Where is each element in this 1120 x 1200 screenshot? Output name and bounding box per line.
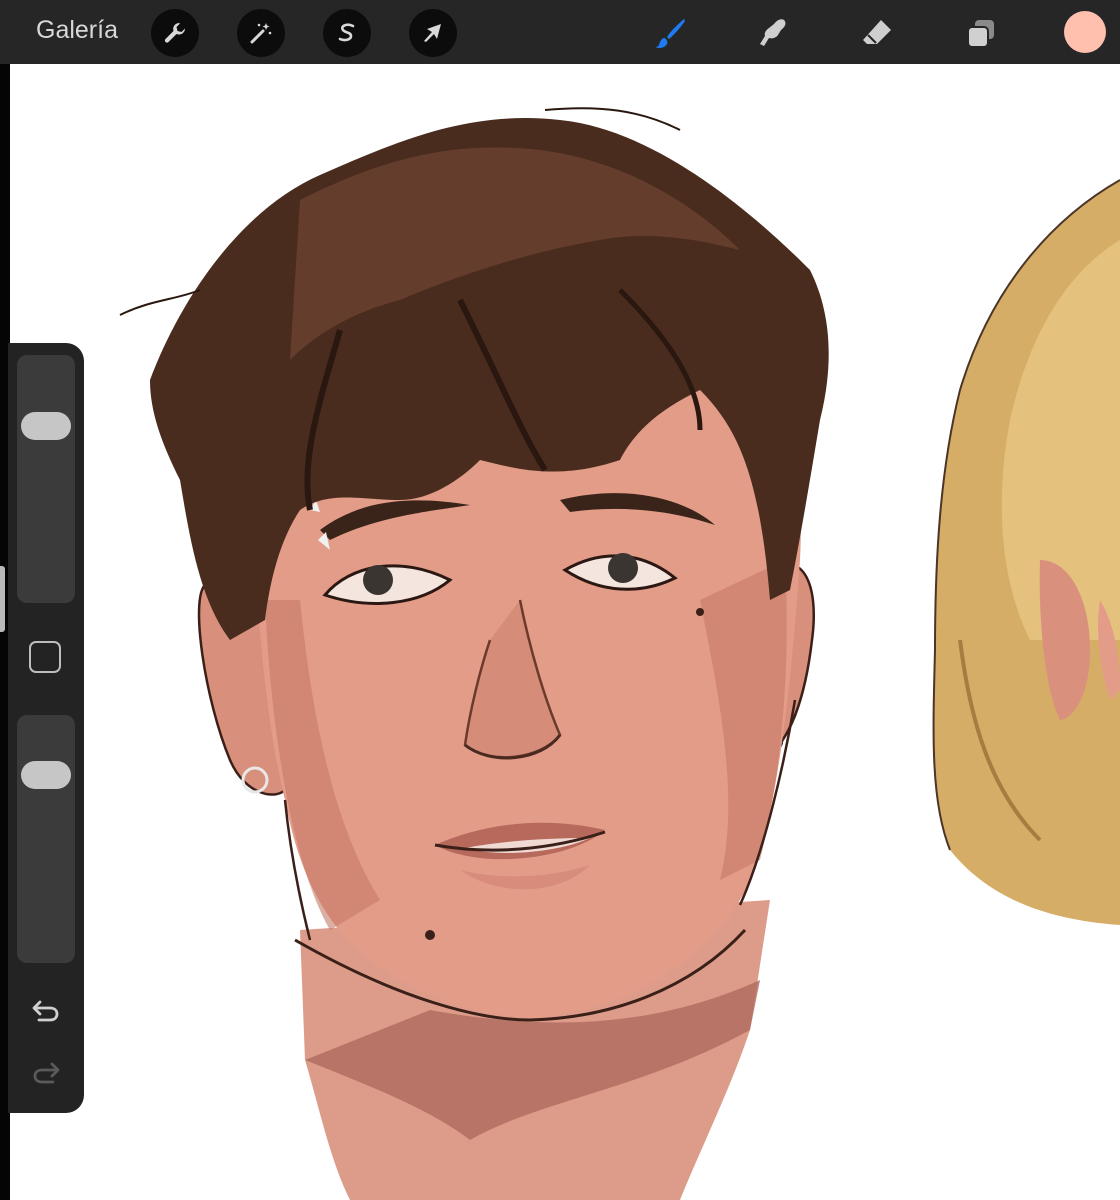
smudge-finger-icon [760,19,786,46]
gallery-button[interactable]: Galería [36,16,118,45]
eraser-icon [863,20,891,44]
undo-button[interactable] [30,995,62,1027]
wrench-icon [164,23,186,43]
transform-button[interactable] [409,9,457,57]
canvas[interactable] [10,64,1120,1200]
modify-button[interactable] [29,641,61,673]
brush-size-slider[interactable] [17,355,75,603]
layers-button[interactable] [960,12,1002,54]
actions-button[interactable] [151,9,199,57]
paint-brush-button[interactable] [650,12,692,54]
brush-icon [655,19,685,48]
selection-button[interactable] [323,9,371,57]
sidebar-position-handle[interactable] [0,566,5,632]
undo-arrow-icon [32,1000,59,1022]
redo-arrow-icon [33,1062,60,1084]
portrait-painting [119,107,1120,1200]
eraser-button[interactable] [856,12,898,54]
color-swatch[interactable] [1064,11,1106,53]
opacity-thumb[interactable] [21,761,71,790]
top-toolbar: Galería [0,0,1120,64]
brush-size-thumb[interactable] [21,412,71,440]
layers-icon [967,20,994,48]
left-sidebar [8,343,84,1113]
selection-s-icon [338,23,355,42]
opacity-slider[interactable] [17,715,75,963]
smudge-button[interactable] [752,12,794,54]
arrow-cursor-icon [424,24,441,42]
magic-wand-icon [250,23,272,44]
adjustments-button[interactable] [237,9,285,57]
redo-button[interactable] [30,1057,62,1089]
